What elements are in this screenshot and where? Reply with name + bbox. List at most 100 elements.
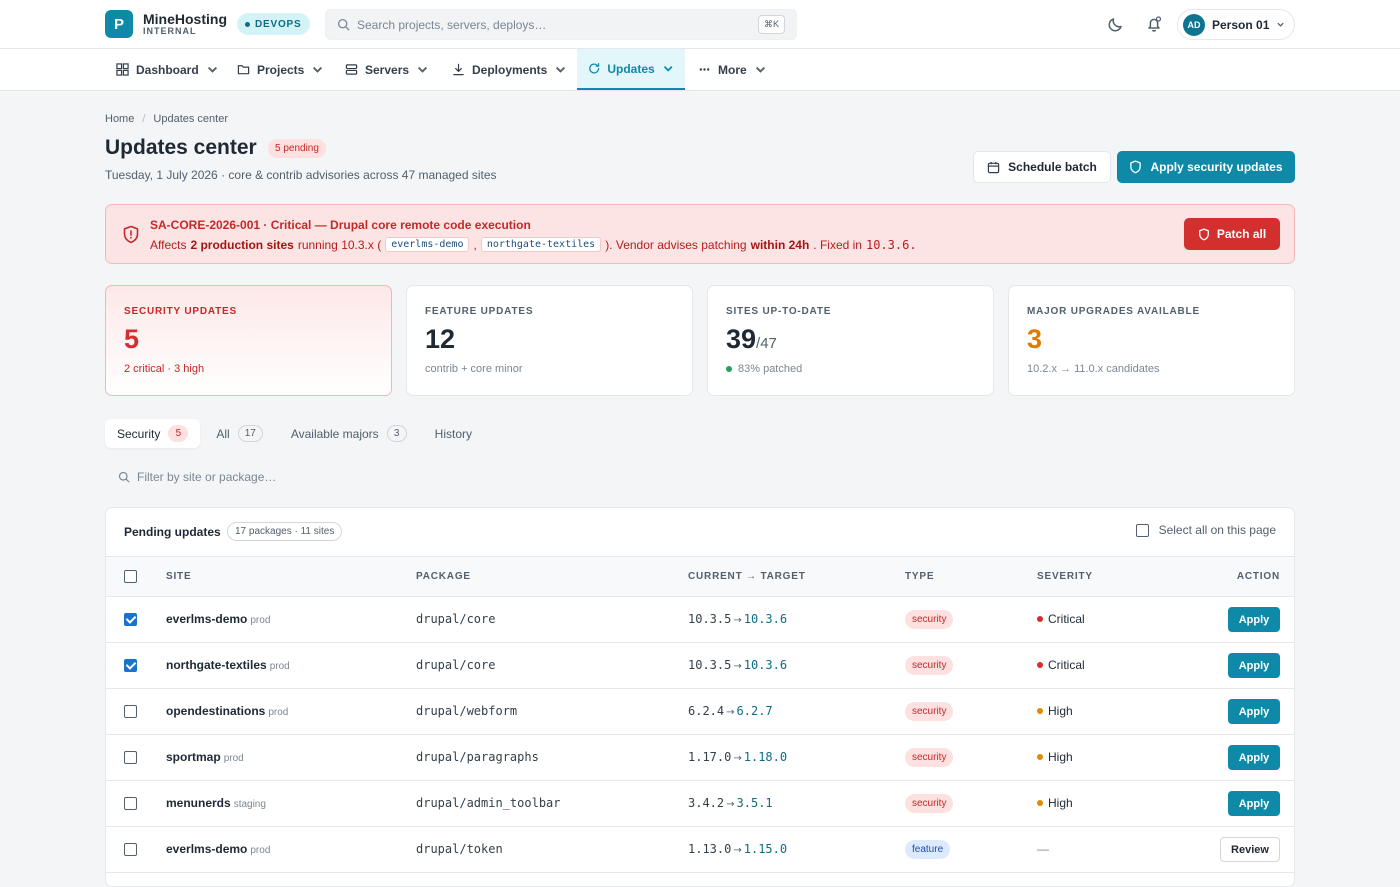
nav-servers[interactable]: Servers [334,49,440,90]
environment-badge: DEVOPS [237,13,311,35]
version-change: 1.17.0 → 1.18.0 [688,750,787,764]
site-name[interactable]: opendestinations prod [166,704,288,718]
site-name[interactable]: everlms-demo prod [166,612,270,626]
chevron-down-icon [313,66,323,73]
column-header[interactable]: TYPE [905,571,934,582]
site-name[interactable]: everlms-demo prod [166,842,270,856]
apply-security-updates-button[interactable]: Apply security updates [1117,151,1295,183]
column-header[interactable]: SEVERITY [1037,571,1093,582]
column-header[interactable]: SITE [166,571,191,582]
ellipsis-icon [699,68,710,71]
nav-projects[interactable]: Projects [226,49,335,90]
button-label: Schedule batch [1008,160,1097,174]
tab-security[interactable]: Security 5 [105,419,201,448]
site-label: menunerds [166,796,231,810]
stat-card-feature[interactable]: FEATURE UPDATES 12 contrib + core minor [406,285,693,396]
version-change: 6.2.4 → 6.2.7 [688,704,773,718]
apply-button[interactable]: Apply [1228,699,1280,724]
tab-all[interactable]: All 17 [204,419,274,448]
moon-icon[interactable] [1106,14,1126,34]
package-name: drupal/token [416,842,503,856]
tab-history[interactable]: History [423,419,484,448]
current-version: 6.2.4 [688,704,725,718]
row-checkbox[interactable] [124,613,137,626]
table-row[interactable]: menunerds staging drupal/admin_toolbar 3.4.… [106,781,1294,827]
severity-dot-icon [1037,708,1043,714]
select-all-checkbox[interactable] [1135,523,1149,537]
column-header[interactable]: CURRENT → TARGET [688,571,806,582]
patch-all-button[interactable]: Patch all [1184,218,1280,250]
header-checkbox[interactable] [124,570,137,583]
severity: — [1037,842,1049,856]
table-row[interactable]: everlms-demo prod drupal/core 10.3.5 → 10.3.6… [106,597,1294,643]
status-dot-icon [245,21,250,27]
row-checkbox[interactable] [124,705,137,718]
brand-logo[interactable]: P [105,10,133,38]
schedule-batch-button[interactable]: Schedule batch [973,151,1111,183]
apply-button[interactable]: Apply [1228,653,1280,678]
row-checkbox[interactable] [124,659,137,672]
apply-button[interactable]: Apply [1228,791,1280,816]
nav-label: Servers [365,62,410,77]
chevron-down-icon [418,66,428,73]
target-version: 1.15.0 [743,842,788,856]
target-version: 10.3.6 [743,612,788,626]
panel-badge: 17 packages · 11 sites [227,522,343,541]
review-button[interactable]: Review [1220,837,1280,862]
select-all-page[interactable]: Select all on this page [1135,523,1276,537]
nav-updates[interactable]: Updates [577,49,685,90]
alert-emphasis: 2 production sites [190,237,294,252]
stat-card-security[interactable]: SECURITY UPDATES 5 2 critical · 3 high [105,285,392,396]
nav-deployments[interactable]: Deployments [441,49,578,90]
site-chip[interactable]: northgate-textiles [480,237,602,252]
site-name[interactable]: northgate-textiles prod [166,658,290,672]
avatar: AD [1183,13,1205,36]
arrow-right-icon: → [726,799,735,810]
table-row[interactable]: sportmap prod drupal/paragraphs 1.17.0 → 1.18… [106,735,1294,781]
stat-value: 5 [124,324,140,354]
user-menu[interactable]: AD Person 01 [1177,9,1295,40]
row-checkbox[interactable] [124,797,137,810]
version-change: 1.13.0 → 1.15.0 [688,842,787,856]
table-row[interactable]: opendestinations prod drupal/webform 6.2.4 →… [106,689,1294,735]
target-version: 10.3.6 [743,658,788,672]
table-row[interactable]: northgate-textiles prod drupal/core 10.3.5 →… [106,643,1294,689]
type-badge: feature [905,840,951,859]
apply-button[interactable]: Apply [1228,607,1280,632]
refresh-icon [589,63,600,74]
site-name[interactable]: sportmap prod [166,750,244,764]
stat-card-up-to-date[interactable]: SITES UP-TO-DATE 39/47 83% patched [707,285,994,396]
site-chip[interactable]: everlms-demo [385,237,470,252]
row-checkbox[interactable] [124,751,137,764]
site-label: northgate-textiles [166,658,267,672]
current-version: 10.3.5 [688,658,732,672]
column-header[interactable]: PACKAGE [416,571,471,582]
fixed-version: 10.3.6. [865,237,917,252]
arrow-right-icon: → [733,845,742,856]
bell-icon[interactable] [1144,14,1164,34]
arrow-right-icon: → [733,661,742,672]
type-badge: security [905,748,954,767]
chevron-down-icon [207,66,217,73]
site-label: everlms-demo [166,612,248,626]
search-input[interactable] [357,15,757,35]
filter-box[interactable] [105,463,505,491]
status-dot-icon [726,366,732,372]
row-checkbox[interactable] [124,843,137,856]
site-name[interactable]: menunerds staging [166,796,266,810]
tab-available-majors[interactable]: Available majors 3 [279,419,419,448]
type-badge: security [905,610,954,629]
stat-label: SITES UP-TO-DATE [726,306,832,317]
alert-body: Affects 2 production sites running 10.3.… [150,237,917,252]
apply-button[interactable]: Apply [1228,745,1280,770]
nav-more[interactable]: More [687,49,778,90]
nav-dashboard[interactable]: Dashboard [105,49,230,90]
stat-card-major[interactable]: MAJOR UPGRADES AVAILABLE 3 10.2.x → 11.0… [1008,285,1295,396]
nav-label: Deployments [472,62,548,77]
filter-input[interactable] [137,467,497,487]
severity: High [1037,750,1073,764]
breadcrumb-home[interactable]: Home [105,113,134,125]
table-row[interactable]: everlms-demo prod drupal/token 1.13.0 → 1.15.… [106,827,1294,873]
alert-text: , [473,237,477,252]
global-search[interactable]: ⌘K [325,9,797,40]
